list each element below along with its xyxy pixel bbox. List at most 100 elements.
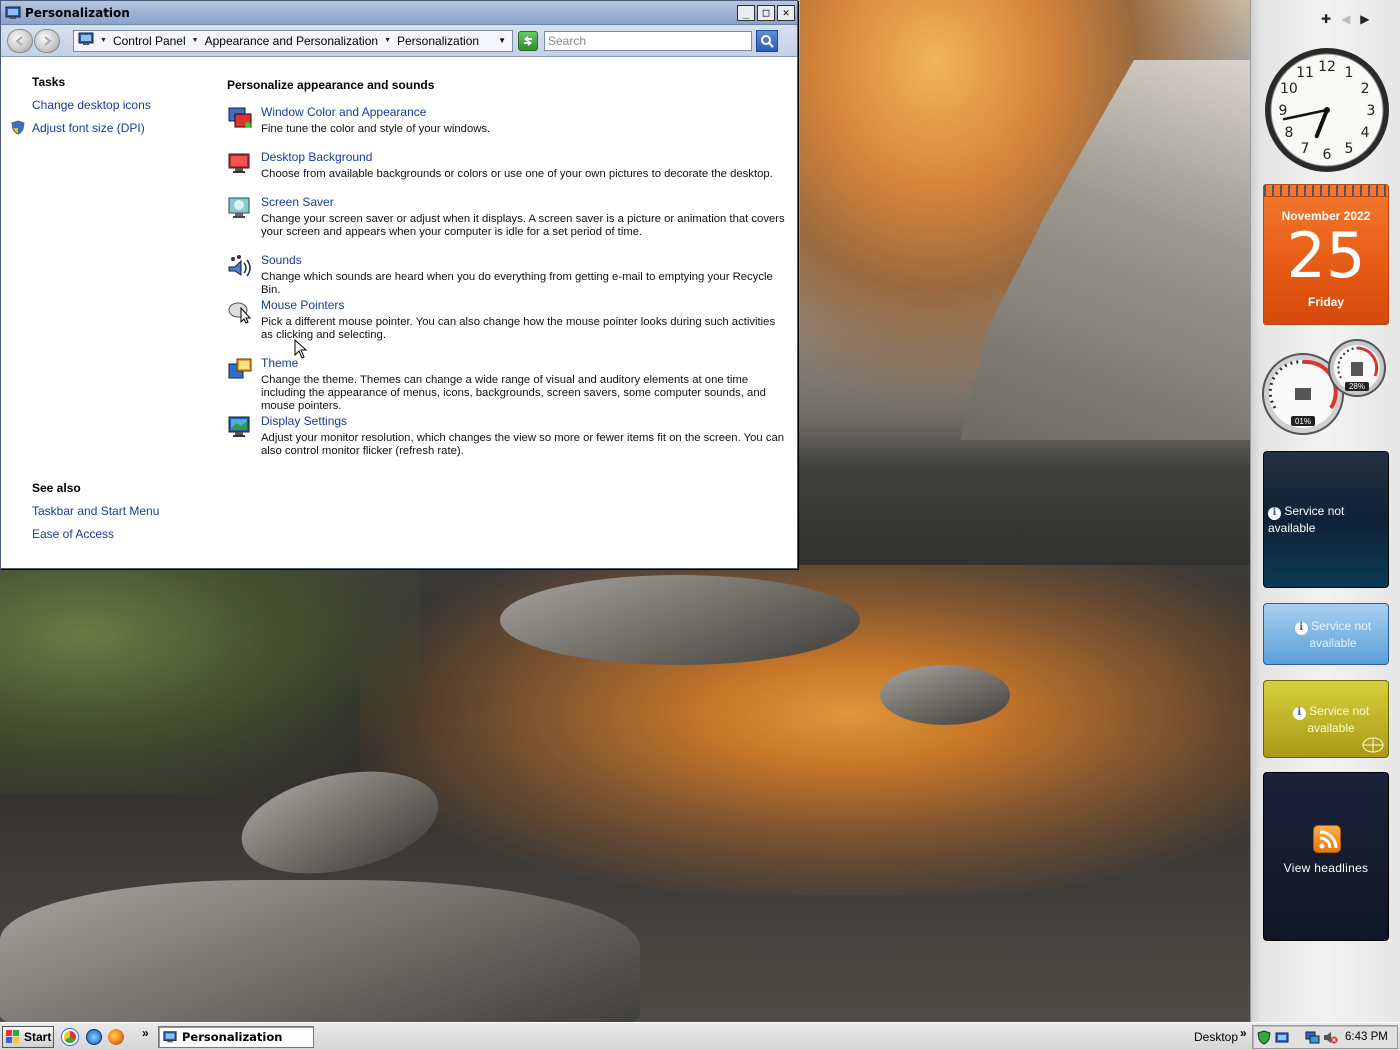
chrome-icon[interactable]: [62, 1029, 78, 1045]
clock-numeral: 11: [1296, 65, 1314, 81]
window-color-link[interactable]: Window Color and Appearance: [261, 105, 426, 119]
minimize-button[interactable]: _: [737, 4, 755, 21]
cpu-meter-gadget[interactable]: 01% 28%: [1261, 338, 1391, 438]
sidebar-prev-icon[interactable]: ◀: [1341, 12, 1350, 26]
clock-gadget[interactable]: 12 12 3 45678 9 1011: [1263, 46, 1391, 174]
desktop-background-icon: [227, 150, 253, 176]
wallpaper-rock: [500, 575, 860, 665]
weather-gadget[interactable]: i Service not available: [1263, 451, 1389, 588]
title-bar[interactable]: Personalization _ □ ✕: [1, 1, 797, 25]
firefox-icon[interactable]: [108, 1029, 124, 1045]
rss-feed-icon: [1313, 825, 1341, 853]
stocks-gadget[interactable]: i Service not available: [1263, 603, 1389, 665]
forward-button[interactable]: [34, 28, 60, 53]
breadcrumb-appearance-personalization[interactable]: Appearance and Personalization: [205, 34, 378, 48]
start-button[interactable]: Start: [2, 1026, 54, 1048]
taskbar-button-label: Personalization: [182, 1030, 283, 1044]
desktop-background-link[interactable]: Desktop Background: [261, 150, 372, 164]
feed-headlines-gadget[interactable]: View headlines: [1263, 772, 1389, 941]
clock-numeral: 6: [1323, 147, 1332, 163]
maximize-button[interactable]: □: [757, 4, 775, 21]
volume-muted-icon[interactable]: [1323, 1030, 1338, 1045]
clock-numeral: 10: [1280, 81, 1298, 97]
calendar-gadget[interactable]: November 2022 25 Friday: [1263, 184, 1389, 325]
mouse-pointers-link[interactable]: Mouse Pointers: [261, 298, 344, 312]
desktop-background-description: Choose from available backgrounds or col…: [261, 168, 773, 180]
breadcrumb-control-panel[interactable]: Control Panel: [113, 34, 186, 48]
theme-link[interactable]: Theme: [261, 356, 298, 370]
search-input[interactable]: Search: [544, 30, 752, 51]
forward-arrow-icon: [44, 35, 52, 46]
gadget-sidebar: ✚ ◀ ▶ 12 1 2 3 4 5 6 7 8 9 10 11 November 2022 25 F…: [1250, 0, 1400, 1022]
desktop-toolbar-chevron[interactable]: »: [1240, 1026, 1247, 1040]
refresh-button[interactable]: [518, 30, 538, 51]
network-icon[interactable]: [1305, 1030, 1320, 1045]
adjust-font-size-link[interactable]: Adjust font size (DPI): [32, 121, 145, 135]
change-desktop-icons-link[interactable]: Change desktop icons: [32, 98, 151, 112]
breadcrumb-arrow-icon[interactable]: ▼: [100, 37, 107, 44]
back-button[interactable]: [7, 28, 33, 53]
mouse-cursor-icon: [294, 338, 308, 362]
see-also-heading: See also: [32, 481, 81, 495]
window-title: Personalization: [25, 5, 130, 20]
display-settings-link[interactable]: Display Settings: [261, 414, 347, 428]
sidebar-next-icon[interactable]: ▶: [1360, 12, 1369, 26]
globe-icon: [1362, 737, 1384, 753]
taskbar-start-menu-link[interactable]: Taskbar and Start Menu: [32, 504, 159, 518]
close-button[interactable]: ✕: [777, 4, 795, 21]
info-icon: i: [1294, 621, 1308, 635]
sounds-icon: [227, 253, 253, 279]
address-bar[interactable]: ▼ Control Panel ▼ Appearance and Persona…: [73, 29, 513, 52]
address-dropdown-icon[interactable]: ▼: [498, 36, 506, 45]
screen-saver-link[interactable]: Screen Saver: [261, 195, 334, 209]
internet-explorer-icon[interactable]: [86, 1029, 102, 1045]
breadcrumb-arrow-icon[interactable]: ▼: [384, 37, 391, 44]
control-panel-icon: [5, 5, 21, 21]
wallpaper-grass: [0, 565, 420, 795]
screen-saver-icon: [227, 195, 253, 221]
page-heading: Personalize appearance and sounds: [227, 78, 435, 92]
view-headlines-label[interactable]: View headlines: [1264, 861, 1388, 875]
quick-launch-chevron[interactable]: »: [142, 1026, 149, 1040]
address-control-panel-icon: [78, 31, 94, 50]
personalization-window: Personalization _ □ ✕ ▼ Control Panel ▼ …: [0, 0, 798, 569]
breadcrumb-personalization[interactable]: Personalization: [397, 34, 479, 48]
breadcrumb-arrow-icon[interactable]: ▼: [192, 37, 199, 44]
sounds-link[interactable]: Sounds: [261, 253, 302, 267]
desktop-toolbar[interactable]: Desktop: [1194, 1030, 1238, 1044]
windows-update-icon[interactable]: [1275, 1030, 1290, 1045]
stocks-status: i Service not available: [1288, 618, 1378, 651]
add-gadget-icon[interactable]: ✚: [1321, 12, 1331, 26]
clock-time[interactable]: 6:43 PM: [1345, 1031, 1388, 1043]
theme-description: Change the theme. Themes can change a wi…: [261, 374, 766, 412]
display-settings-description: Adjust your monitor resolution, which ch…: [261, 432, 785, 457]
memory-percent: 28%: [1349, 382, 1365, 391]
window-color-description: Fine tune the color and style of your wi…: [261, 123, 491, 135]
calendar-rings: [1264, 185, 1388, 197]
cpu-percent: 01%: [1295, 417, 1311, 426]
window-color-icon: [227, 105, 253, 131]
clock-numeral: 8: [1284, 125, 1293, 141]
mouse-pointers-description: Pick a different mouse pointer. You can …: [261, 316, 776, 341]
uac-shield-icon: [11, 120, 25, 135]
display-settings-icon: [227, 414, 253, 440]
world-map-message: Service not available: [1307, 704, 1370, 735]
clock-numeral: 5: [1345, 141, 1354, 157]
content-area: Tasks Change desktop icons Adjust font s…: [1, 57, 797, 568]
refresh-icon: [524, 35, 532, 46]
search-icon: [761, 34, 774, 48]
clock-numeral: 1: [1345, 65, 1354, 81]
clock-numeral: 9: [1279, 103, 1288, 119]
ease-of-access-link[interactable]: Ease of Access: [32, 527, 114, 541]
search-button[interactable]: [756, 29, 778, 52]
info-icon: i: [1292, 706, 1306, 720]
clock-numeral: 7: [1301, 141, 1310, 157]
world-map-gadget[interactable]: i Service not available: [1263, 680, 1389, 758]
windows-flag-icon: [6, 1030, 19, 1043]
sidebar-controls: ✚ ◀ ▶: [1321, 12, 1370, 26]
taskbar-personalization-button[interactable]: Personalization: [158, 1026, 314, 1048]
theme-icon: [227, 356, 253, 382]
clock-numeral: 12: [1318, 59, 1336, 75]
sounds-description: Change which sounds are heard when you d…: [261, 271, 773, 296]
security-shield-icon[interactable]: [1257, 1030, 1272, 1045]
